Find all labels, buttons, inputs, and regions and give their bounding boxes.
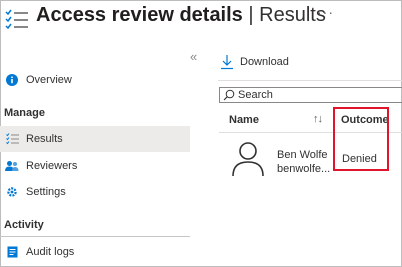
- sidebar-item-label: Reviewers: [26, 160, 78, 172]
- page-title: Access review details | Results: [36, 4, 326, 27]
- people-icon: [5, 159, 19, 173]
- outcome-highlight-box: [333, 107, 389, 171]
- user-display-name: Ben Wolfe: [277, 149, 328, 161]
- title-separator: |: [248, 4, 254, 26]
- search-input[interactable]: [238, 89, 388, 101]
- toolbar-divider: [218, 80, 402, 81]
- section-activity: Activity: [4, 219, 44, 231]
- info-icon: [5, 73, 19, 87]
- page-title-main: Access review details: [36, 4, 243, 26]
- sidebar-item-label: Settings: [26, 186, 66, 198]
- access-review-icon: [5, 9, 28, 30]
- sidebar-divider: [0, 236, 190, 237]
- sidebar-item-reviewers[interactable]: Reviewers: [0, 153, 190, 179]
- collapse-sidebar-icon[interactable]: «: [190, 49, 197, 64]
- sidebar-item-label: Audit logs: [26, 246, 75, 258]
- sidebar-item-audit-logs[interactable]: Audit logs: [0, 239, 190, 265]
- search-box[interactable]: [219, 87, 402, 103]
- section-manage: Manage: [4, 107, 45, 119]
- sidebar-item-results[interactable]: Results: [0, 126, 190, 152]
- avatar-icon: [232, 142, 264, 177]
- sidebar-item-label: Overview: [26, 74, 72, 86]
- download-label: Download: [240, 56, 289, 68]
- column-header-name[interactable]: Name: [229, 114, 259, 126]
- log-icon: [5, 245, 19, 259]
- sidebar-item-settings[interactable]: Settings: [0, 179, 190, 205]
- sidebar-item-label: Results: [26, 133, 63, 145]
- page-header: Access review details | Results ···: [0, 0, 402, 34]
- user-principal-name: benwolfe...: [277, 163, 331, 175]
- page-title-sub: Results: [259, 4, 326, 26]
- sidebar: « Overview Manage Results Reviewers Sett…: [0, 44, 210, 267]
- download-icon: [221, 55, 233, 70]
- results-list-icon: [5, 132, 19, 146]
- sort-icon[interactable]: ↑↓: [313, 113, 323, 125]
- more-options-button[interactable]: ···: [317, 4, 334, 20]
- gear-icon: [5, 185, 19, 199]
- sidebar-item-overview[interactable]: Overview: [0, 67, 190, 93]
- search-icon: [223, 89, 235, 101]
- download-button[interactable]: Download: [220, 50, 289, 74]
